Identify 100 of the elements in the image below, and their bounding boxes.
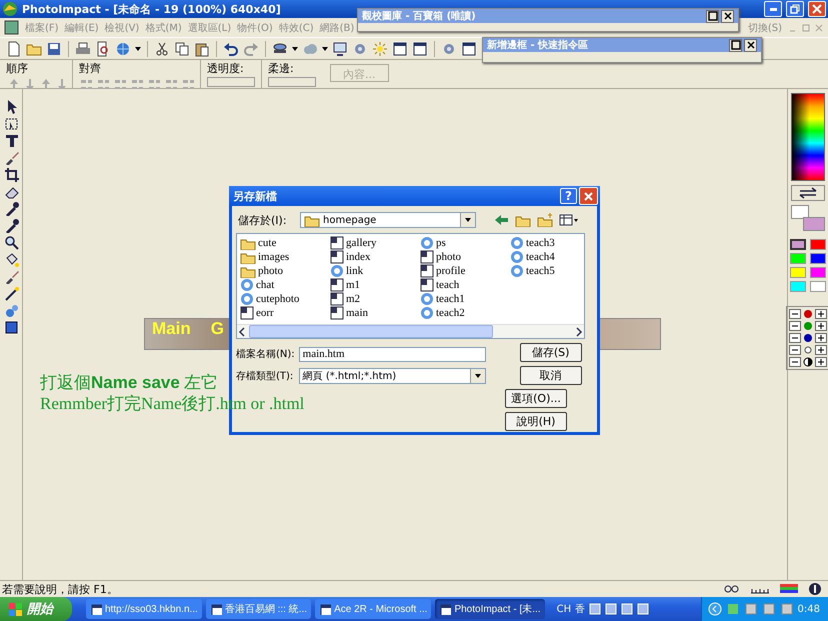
file-item[interactable]: photo bbox=[240, 264, 330, 278]
file-item[interactable]: images bbox=[240, 250, 330, 264]
file-item[interactable]: m2 bbox=[330, 292, 420, 306]
new-file-icon[interactable] bbox=[6, 40, 22, 56]
decrease-button[interactable] bbox=[789, 357, 801, 367]
print-icon[interactable] bbox=[75, 40, 91, 56]
undo-icon[interactable] bbox=[223, 40, 239, 56]
rectangle-icon[interactable] bbox=[4, 320, 18, 335]
zoom-icon[interactable] bbox=[4, 235, 18, 250]
file-item[interactable]: m1 bbox=[330, 278, 420, 292]
copy-icon[interactable] bbox=[174, 40, 190, 56]
rainbow-icon[interactable] bbox=[780, 582, 798, 596]
color-swatch[interactable] bbox=[810, 239, 826, 250]
dialog-button[interactable]: 說明(H) bbox=[505, 412, 567, 431]
file-item[interactable]: profile bbox=[420, 264, 510, 278]
restore-button[interactable] bbox=[786, 1, 804, 17]
color-spectrum[interactable] bbox=[791, 93, 825, 181]
increase-button[interactable] bbox=[815, 333, 827, 343]
save-icon[interactable] bbox=[46, 40, 62, 56]
window-icon[interactable] bbox=[461, 40, 477, 56]
soft-edge-field[interactable] bbox=[268, 77, 316, 87]
wand-icon[interactable] bbox=[4, 286, 18, 301]
file-item[interactable]: teach1 bbox=[420, 292, 510, 306]
current-color[interactable] bbox=[803, 217, 825, 231]
dialog-button[interactable]: 取消 bbox=[520, 366, 582, 385]
window-icon bbox=[90, 603, 102, 615]
file-item[interactable]: main bbox=[330, 306, 420, 320]
scroll-right-icon[interactable] bbox=[574, 326, 584, 338]
decrease-button[interactable] bbox=[789, 333, 801, 343]
back-arrow-icon[interactable] bbox=[494, 213, 509, 227]
caret-icon[interactable] bbox=[322, 46, 328, 50]
transform-icon[interactable] bbox=[4, 116, 18, 131]
taskbar-button[interactable]: http://sso03.hkbn.n... bbox=[86, 599, 202, 619]
brush-icon[interactable] bbox=[4, 269, 18, 284]
maximize-button[interactable] bbox=[729, 38, 742, 52]
color-swatch[interactable] bbox=[810, 267, 826, 278]
decrease-button[interactable] bbox=[789, 321, 801, 331]
caret-icon[interactable] bbox=[292, 46, 298, 50]
chevron-icon[interactable] bbox=[708, 602, 722, 616]
file-item[interactable]: cutephoto bbox=[240, 292, 330, 306]
file-item[interactable]: cute bbox=[240, 236, 330, 250]
scroll-left-icon[interactable] bbox=[237, 326, 247, 338]
input-mode[interactable]: 香 bbox=[575, 602, 586, 616]
close-button[interactable] bbox=[721, 10, 734, 22]
taskbar-button[interactable]: 香港百易網 ::: 統... bbox=[206, 599, 312, 619]
dialog-button[interactable]: 選項(O)... bbox=[505, 389, 567, 408]
file-item[interactable]: link bbox=[330, 264, 420, 278]
file-item[interactable]: ps bbox=[420, 236, 510, 250]
file-item[interactable]: index bbox=[330, 250, 420, 264]
caret-icon[interactable] bbox=[135, 46, 141, 50]
dialog-button[interactable]: 儲存(S) bbox=[520, 343, 582, 362]
decrease-button[interactable] bbox=[789, 345, 801, 355]
increase-button[interactable] bbox=[815, 357, 827, 367]
color-swatch[interactable] bbox=[790, 253, 806, 264]
file-item[interactable]: photo bbox=[420, 250, 510, 264]
color-swatch[interactable] bbox=[810, 253, 826, 264]
file-item[interactable]: teach4 bbox=[510, 250, 600, 264]
crop-icon[interactable] bbox=[4, 167, 18, 182]
brush-icon[interactable] bbox=[4, 150, 18, 165]
file-item[interactable]: teach2 bbox=[420, 306, 510, 320]
view-menu-icon[interactable] bbox=[559, 213, 579, 227]
file-item[interactable]: teach bbox=[420, 278, 510, 292]
increase-button[interactable] bbox=[815, 345, 827, 355]
file-item[interactable]: teach3 bbox=[510, 236, 600, 250]
file-item[interactable]: eorr bbox=[240, 306, 330, 320]
color-swatch[interactable] bbox=[790, 239, 806, 250]
file-item[interactable]: teach5 bbox=[510, 264, 600, 278]
monitor-icon[interactable] bbox=[332, 40, 348, 56]
dropper-icon[interactable] bbox=[4, 218, 18, 233]
color-swatch[interactable] bbox=[810, 281, 826, 292]
input-language[interactable]: CH bbox=[556, 604, 572, 614]
decrease-button[interactable] bbox=[789, 309, 801, 319]
increase-button[interactable] bbox=[815, 309, 827, 319]
new-folder-icon[interactable] bbox=[537, 213, 553, 227]
info-icon[interactable] bbox=[808, 582, 822, 596]
color-swatch[interactable] bbox=[790, 281, 806, 292]
color-swatch[interactable] bbox=[790, 267, 806, 278]
window-icon[interactable] bbox=[392, 40, 408, 56]
dropper-icon[interactable] bbox=[4, 201, 18, 216]
filename-field[interactable]: main.htm bbox=[298, 346, 486, 362]
window-icon[interactable] bbox=[412, 40, 428, 56]
opacity-field[interactable] bbox=[207, 77, 255, 87]
maximize-button[interactable] bbox=[706, 10, 719, 22]
file-type-dropdown[interactable]: 網頁 (*.html;*.htm) bbox=[298, 368, 486, 384]
increase-button[interactable] bbox=[815, 321, 827, 331]
current-color[interactable] bbox=[791, 205, 809, 219]
help-button[interactable]: ? bbox=[560, 188, 577, 204]
cut-icon[interactable] bbox=[154, 40, 170, 56]
text-tool-icon[interactable] bbox=[4, 133, 18, 148]
taskbar-button[interactable]: Ace 2R - Microsoft ... bbox=[315, 599, 432, 619]
minimize-button[interactable] bbox=[764, 1, 782, 17]
save-in-dropdown[interactable]: homepage bbox=[300, 212, 476, 228]
bucket-icon[interactable] bbox=[4, 252, 18, 267]
swap-button[interactable] bbox=[791, 185, 825, 201]
paste-icon[interactable] bbox=[194, 40, 210, 56]
file-item[interactable]: chat bbox=[240, 278, 330, 292]
close-button[interactable] bbox=[744, 38, 757, 52]
taskbar-button[interactable]: PhotoImpact - [未... bbox=[435, 599, 545, 619]
horizontal-scrollbar[interactable] bbox=[237, 324, 584, 338]
file-item[interactable]: gallery bbox=[330, 236, 420, 250]
